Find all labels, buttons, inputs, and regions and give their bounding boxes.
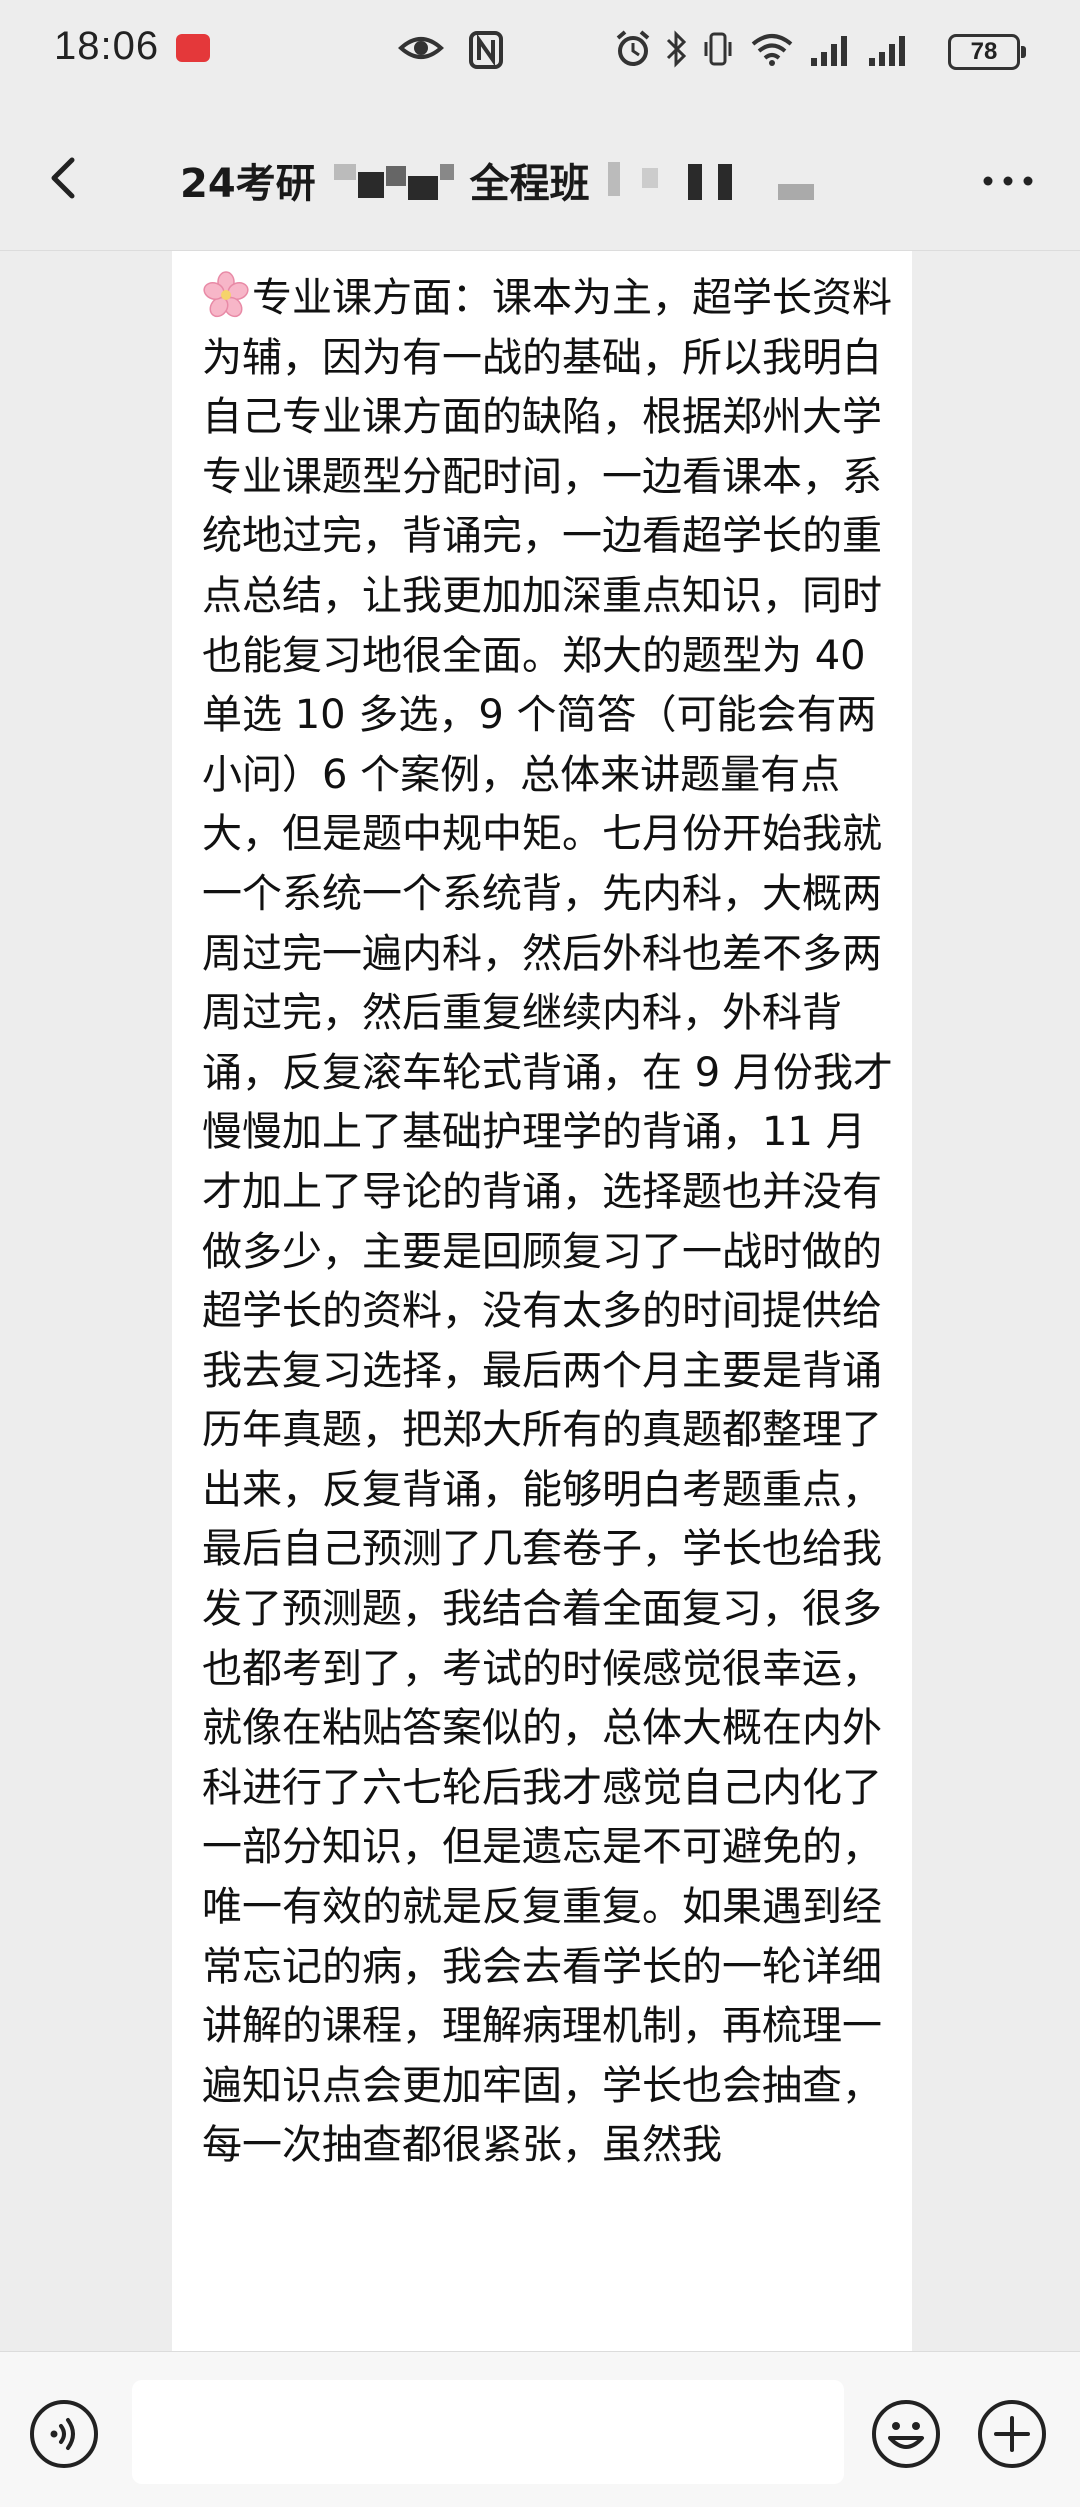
chat-header: 24考研 全程班 (0, 100, 1080, 251)
chat-title: 24考研 全程班 (180, 150, 834, 210)
smiley-icon[interactable] (870, 2398, 942, 2470)
vibrate-icon (704, 32, 732, 66)
status-time: 18:06 (54, 24, 160, 68)
status-bar: 18:06 78 (0, 0, 1080, 100)
signal-icon (811, 36, 847, 66)
chat-title-mid: 全程班 (469, 161, 590, 207)
input-bar (0, 2351, 1080, 2507)
app-notification-icon (176, 34, 210, 62)
chat-title-prefix: 24考研 (180, 161, 316, 207)
message-input[interactable] (132, 2380, 844, 2484)
chat-area[interactable]: 专业课方面：课本为主，超学长资料为辅，因为有一战的基础，所以我明白自己专业课方面… (0, 251, 1080, 2351)
battery-level: 78 (970, 38, 998, 65)
plus-circle-icon[interactable] (976, 2398, 1048, 2470)
redacted-mosaic (328, 158, 458, 202)
more-dots-icon[interactable] (978, 166, 1038, 196)
signal-icon (869, 36, 905, 66)
status-mid-icons (398, 30, 504, 70)
status-right-icons (615, 30, 911, 68)
alarm-icon (616, 30, 650, 66)
redacted-mosaic (602, 158, 822, 202)
eye-icon (398, 37, 444, 59)
message-text: 专业课方面：课本为主，超学长资料为辅，因为有一战的基础，所以我明白自己专业课方面… (202, 275, 893, 2169)
message-bubble[interactable]: 专业课方面：课本为主，超学长资料为辅，因为有一战的基础，所以我明白自己专业课方面… (172, 251, 912, 2351)
voice-icon[interactable] (28, 2398, 100, 2470)
bluetooth-icon (666, 30, 687, 68)
chevron-left-icon[interactable] (36, 148, 96, 208)
battery-indicator: 78 (948, 34, 1026, 70)
nfc-icon (469, 31, 503, 69)
message-text-block: 专业课方面：课本为主，超学长资料为辅，因为有一战的基础，所以我明白自己专业课方面… (202, 269, 902, 2176)
wifi-icon (751, 34, 793, 66)
cherry-blossom-icon (203, 271, 249, 318)
